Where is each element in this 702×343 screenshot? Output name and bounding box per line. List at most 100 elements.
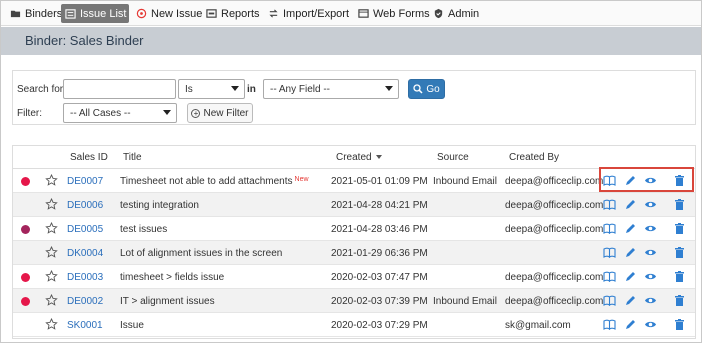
new-filter-button[interactable]: + New Filter xyxy=(187,103,253,123)
star-icon[interactable] xyxy=(45,245,58,259)
import-export-icon xyxy=(267,8,279,20)
target-icon xyxy=(135,8,147,20)
book-icon[interactable] xyxy=(603,246,616,259)
nav-admin[interactable]: Admin xyxy=(428,4,483,23)
created-cell: 2021-05-01 01:09 PM xyxy=(331,176,428,187)
priority-dot xyxy=(21,225,30,234)
table-row: SK0001 Issue 2020-02-03 07:29 PM sk@gmail.c… xyxy=(13,313,695,337)
top-nav: Binders Issue List New Issue Reports Imp… xyxy=(1,1,701,26)
star-icon[interactable] xyxy=(45,197,58,211)
title-cell: timesheet > fields issue xyxy=(120,272,224,283)
nav-reports[interactable]: Reports xyxy=(201,4,264,23)
nav-import-export[interactable]: Import/Export xyxy=(263,4,353,23)
header-source[interactable]: Source xyxy=(437,152,469,163)
nav-binders[interactable]: Binders xyxy=(5,4,66,23)
list-icon xyxy=(65,8,76,20)
title-text: Timesheet not able to add attachments xyxy=(120,176,293,187)
table-row: DE0006 testing integration 2021-04-28 04:2… xyxy=(13,193,695,217)
field-value: -- Any Field -- xyxy=(270,83,331,95)
sales-id-link[interactable]: DK0004 xyxy=(67,248,103,259)
edit-icon[interactable] xyxy=(624,198,637,211)
page-title: Binder: Sales Binder xyxy=(25,33,144,48)
table-row: DE0003 timesheet > fields issue 2020-02-03… xyxy=(13,265,695,289)
priority-dot xyxy=(21,297,30,306)
go-button[interactable]: Go xyxy=(408,79,445,99)
edit-icon[interactable] xyxy=(624,318,637,331)
star-icon[interactable] xyxy=(45,317,58,331)
title-cell: Timesheet not able to add attachments New xyxy=(120,176,309,187)
book-icon[interactable] xyxy=(603,294,616,307)
sales-id-link[interactable]: DE0005 xyxy=(67,224,103,235)
book-icon[interactable] xyxy=(603,198,616,211)
delete-icon[interactable] xyxy=(673,222,686,235)
edit-icon[interactable] xyxy=(624,246,637,259)
nav-label: Import/Export xyxy=(283,7,350,20)
delete-icon[interactable] xyxy=(673,198,686,211)
view-icon[interactable] xyxy=(644,246,657,259)
title-cell: test issues xyxy=(120,224,167,235)
nav-label: Admin xyxy=(448,7,480,20)
sales-id-link[interactable]: DE0002 xyxy=(67,296,103,307)
title-cell: Lot of alignment issues in the screen xyxy=(120,248,282,259)
field-select[interactable]: -- Any Field -- xyxy=(263,79,399,99)
view-icon[interactable] xyxy=(644,270,657,283)
created-cell: 2020-02-03 07:39 PM xyxy=(331,296,428,307)
sales-id-link[interactable]: DE0003 xyxy=(67,272,103,283)
created-cell: 2021-01-29 06:36 PM xyxy=(331,248,428,259)
created-by-cell: deepa@officeclip.com xyxy=(505,224,604,235)
book-icon[interactable] xyxy=(603,270,616,283)
priority-dot xyxy=(21,177,30,186)
web-forms-icon xyxy=(357,8,369,20)
filter-label: Filter: xyxy=(17,108,42,119)
sales-id-link[interactable]: SK0001 xyxy=(67,320,103,331)
in-label: in xyxy=(247,84,256,95)
star-icon[interactable] xyxy=(45,173,58,187)
created-cell: 2020-02-03 07:29 PM xyxy=(331,320,428,331)
search-input[interactable] xyxy=(63,79,176,99)
table-row: DE0007 Timesheet not able to add attachme… xyxy=(13,169,695,193)
header-sales-id[interactable]: Sales ID xyxy=(70,152,108,163)
nav-new-issue[interactable]: New Issue xyxy=(131,4,206,23)
chevron-down-icon xyxy=(231,86,239,91)
filter-select[interactable]: -- All Cases -- xyxy=(63,103,177,123)
source-cell: Inbound Email xyxy=(433,176,497,187)
view-icon[interactable] xyxy=(644,294,657,307)
delete-icon[interactable] xyxy=(673,318,686,331)
book-icon[interactable] xyxy=(603,222,616,235)
search-for-label: Search for: xyxy=(17,84,66,95)
star-icon[interactable] xyxy=(45,221,58,235)
view-icon[interactable] xyxy=(644,222,657,235)
header-title[interactable]: Title xyxy=(123,152,142,163)
view-icon[interactable] xyxy=(644,318,657,331)
sales-id-link[interactable]: DE0006 xyxy=(67,200,103,211)
table-header: Sales ID Title Created Source Created By xyxy=(13,146,695,169)
nav-web-forms[interactable]: Web Forms xyxy=(353,4,434,23)
delete-icon[interactable] xyxy=(673,246,686,259)
star-icon[interactable] xyxy=(45,269,58,283)
edit-icon[interactable] xyxy=(624,294,637,307)
issue-table: Sales ID Title Created Source Created By… xyxy=(12,145,696,339)
view-icon[interactable] xyxy=(644,198,657,211)
edit-icon[interactable] xyxy=(624,270,637,283)
chevron-down-icon xyxy=(385,86,393,91)
table-row: DE0005 test issues 2021-04-28 03:46 PM deep… xyxy=(13,217,695,241)
search-icon xyxy=(413,84,423,94)
filter-value: -- All Cases -- xyxy=(70,107,131,119)
title-cell: IT > alignment issues xyxy=(120,296,215,307)
book-icon[interactable] xyxy=(603,318,616,331)
created-by-cell: deepa@officeclip.com xyxy=(505,176,604,187)
header-created[interactable]: Created xyxy=(336,152,382,163)
header-created-by[interactable]: Created By xyxy=(509,152,559,163)
sales-id-link[interactable]: DE0007 xyxy=(67,176,103,187)
chevron-down-icon xyxy=(163,110,171,115)
table-row: DE0002 IT > alignment issues 2020-02-03 07… xyxy=(13,289,695,313)
title-text: Lot of alignment issues in the screen xyxy=(120,248,283,259)
delete-icon[interactable] xyxy=(673,294,686,307)
nav-issue-list[interactable]: Issue List xyxy=(61,4,129,23)
title-text: testing integration xyxy=(120,200,199,211)
new-filter-label: New Filter xyxy=(203,107,249,119)
operator-select[interactable]: Is xyxy=(178,79,245,99)
edit-icon[interactable] xyxy=(624,222,637,235)
star-icon[interactable] xyxy=(45,293,58,307)
delete-icon[interactable] xyxy=(673,270,686,283)
